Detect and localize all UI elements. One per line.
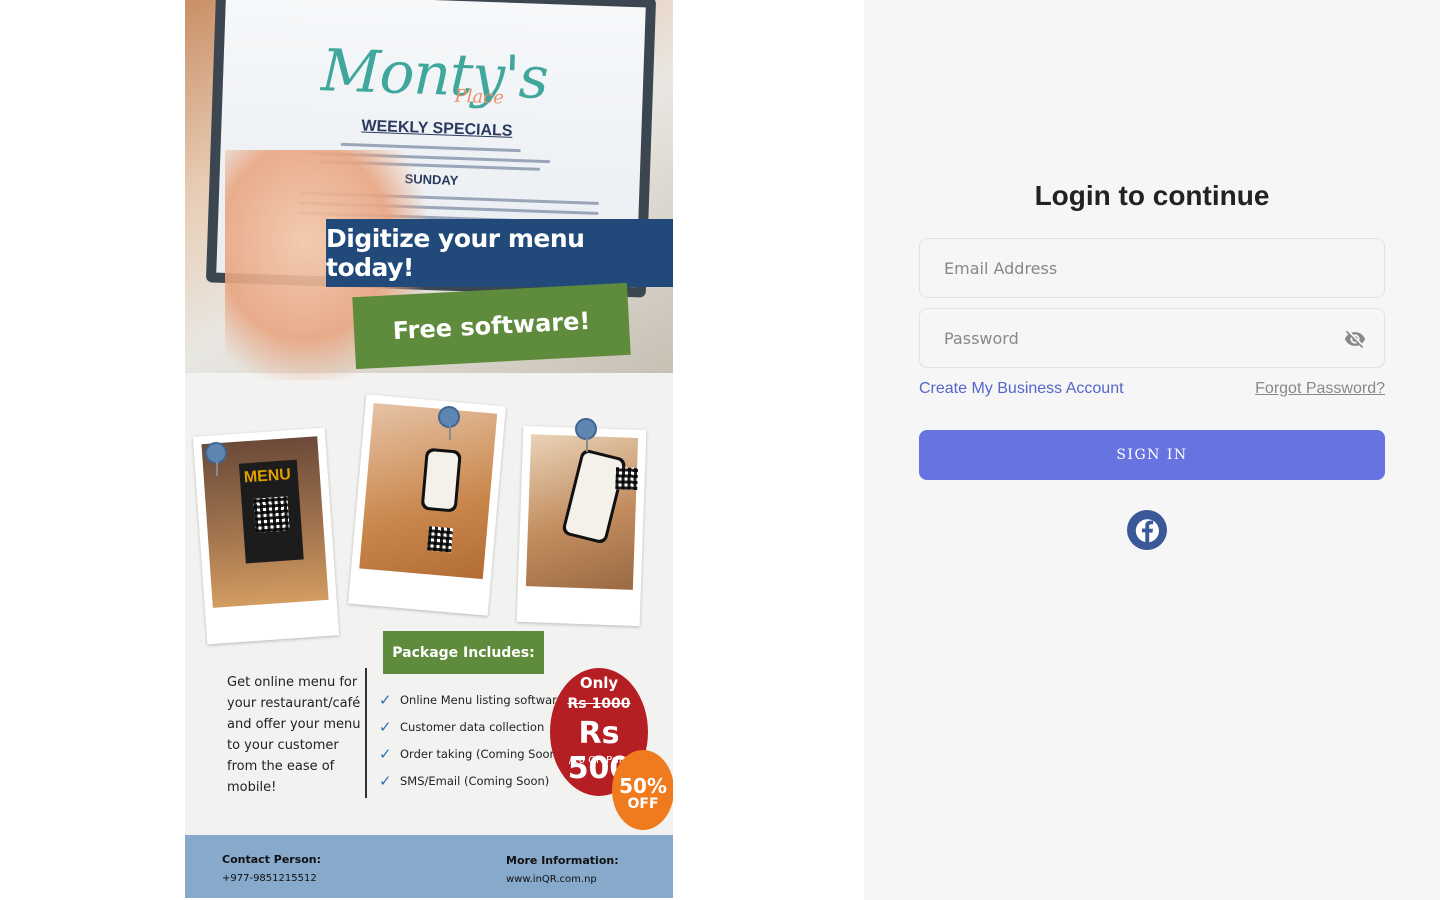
poster-footer: Contact Person: +977-9851215512 More Inf…	[185, 835, 673, 898]
phone-scan-photo	[359, 402, 498, 580]
contact-value: +977-9851215512	[222, 873, 317, 884]
promo-poster: Monty's Place WEEKLY SPECIALS SUNDAY Dig…	[185, 0, 673, 898]
feature-list: ✓ Online Menu listing software ✓ Customer …	[379, 686, 564, 794]
password-input[interactable]	[920, 309, 1384, 367]
promo-panel: Monty's Place WEEKLY SPECIALS SUNDAY Dig…	[0, 0, 864, 900]
menu-logo-sub: Place	[454, 85, 505, 109]
checkmark-icon: ✓	[379, 771, 392, 790]
discount-badge: 50% OFF	[612, 750, 673, 830]
polaroid-phone-scan	[348, 394, 506, 616]
package-title-banner: Package Includes:	[383, 631, 544, 674]
feature-item: ✓ Customer data collection	[379, 713, 564, 740]
feature-label: Customer data collection	[400, 719, 545, 734]
discount-label: OFF	[627, 796, 659, 812]
price-only: Only	[579, 674, 619, 692]
qr-code-icon	[253, 496, 290, 533]
phone-icon	[561, 448, 628, 545]
feature-label: Order taking (Coming Soon)	[400, 746, 562, 761]
headline-banner: Digitize your menu today!	[326, 219, 673, 287]
email-input[interactable]	[920, 239, 1384, 297]
phone-menu-photo	[525, 434, 639, 590]
polaroid-phone-menu	[516, 425, 647, 627]
discount-percent: 50%	[619, 774, 667, 798]
free-software-text: Free software!	[392, 306, 591, 346]
vertical-divider	[365, 668, 367, 798]
forgot-password-link[interactable]: Forgot Password?	[1255, 380, 1385, 398]
pushpin-icon	[438, 406, 460, 440]
more-info-label: More Information:	[506, 854, 619, 867]
free-software-banner: Free software!	[352, 282, 631, 370]
menu-logo: Monty's	[320, 36, 549, 113]
pushpin-icon	[205, 442, 227, 476]
checkmark-icon: ✓	[379, 690, 392, 709]
sign-in-button[interactable]: SIGN IN	[919, 430, 1385, 480]
login-panel: Login to continue Create My Business Acc…	[864, 0, 1440, 900]
feature-label: SMS/Email (Coming Soon)	[400, 773, 550, 788]
pushpin-icon	[575, 418, 597, 452]
qr-stand: MENU	[238, 459, 304, 564]
checkmark-icon: ✓	[379, 744, 392, 763]
contact-label: Contact Person:	[222, 853, 322, 866]
more-info-value: www.inQR.com.np	[506, 874, 597, 885]
phone-icon	[420, 447, 462, 513]
menu-heading: WEEKLY SPECIALS	[361, 117, 513, 140]
create-account-link[interactable]: Create My Business Account	[919, 380, 1124, 398]
facebook-icon[interactable]	[1126, 509, 1168, 551]
checkmark-icon: ✓	[379, 717, 392, 736]
headline-text: Digitize your menu today!	[326, 224, 585, 282]
feature-item: ✓ Order taking (Coming Soon)	[379, 740, 564, 767]
email-field	[919, 238, 1385, 298]
promo-description: Get online menu for your restaurant/café…	[227, 675, 361, 795]
qr-code-icon	[615, 467, 639, 490]
login-title: Login to continue	[1034, 180, 1270, 211]
qr-code-icon	[427, 526, 454, 553]
package-title: Package Includes:	[392, 644, 535, 661]
password-field	[919, 308, 1385, 368]
feature-label: Online Menu listing software	[400, 692, 564, 707]
price-old: Rs 1000	[567, 696, 631, 712]
qr-stand-label: MENU	[243, 466, 292, 487]
feature-item: ✓ SMS/Email (Coming Soon)	[379, 767, 564, 794]
eye-off-icon[interactable]	[1342, 328, 1368, 350]
feature-item: ✓ Online Menu listing software	[379, 686, 564, 713]
